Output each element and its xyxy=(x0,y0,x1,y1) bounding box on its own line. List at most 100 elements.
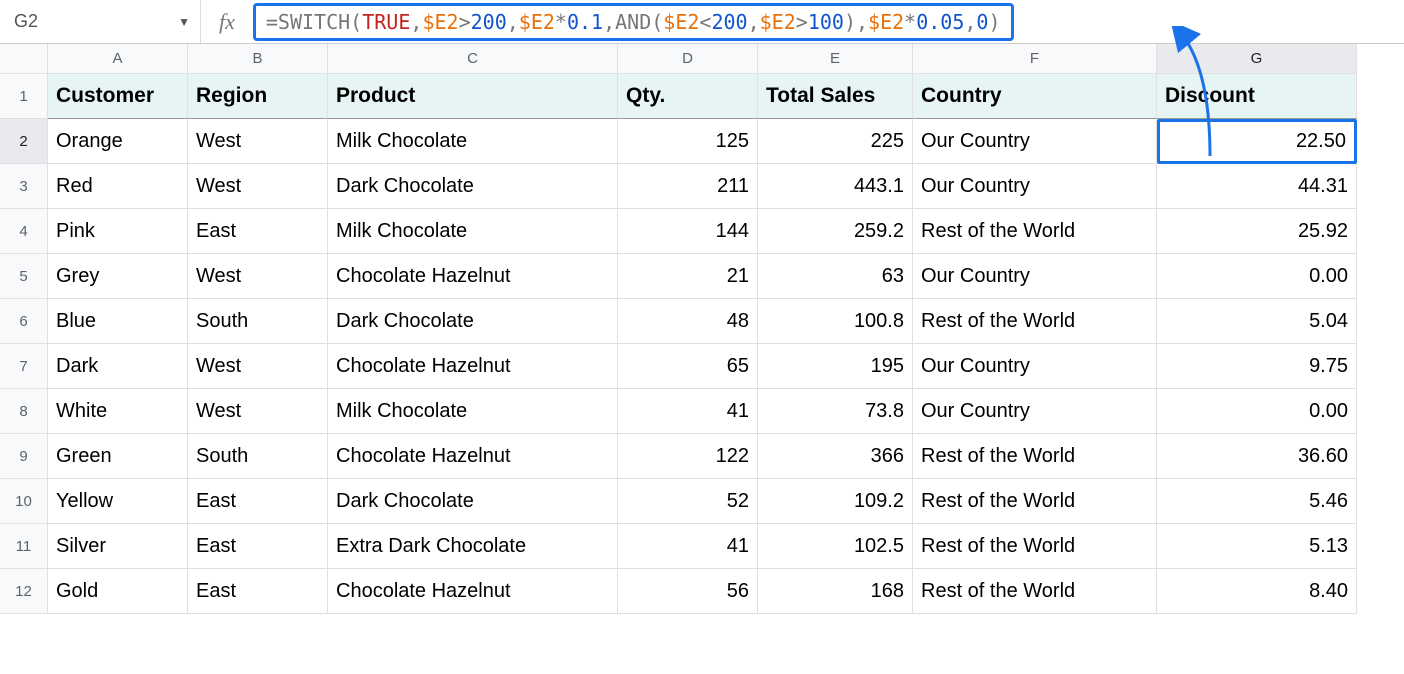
cell-F7[interactable]: Our Country xyxy=(913,344,1157,389)
cell-C12[interactable]: Chocolate Hazelnut xyxy=(328,569,618,614)
cell-C11[interactable]: Extra Dark Chocolate xyxy=(328,524,618,569)
cell-G10[interactable]: 5.46 xyxy=(1157,479,1357,524)
select-all-corner[interactable] xyxy=(0,44,48,74)
cell-G9[interactable]: 36.60 xyxy=(1157,434,1357,479)
cell-E10[interactable]: 109.2 xyxy=(758,479,913,524)
cell-A7[interactable]: Dark xyxy=(48,344,188,389)
cell-B5[interactable]: West xyxy=(188,254,328,299)
cell-C4[interactable]: Milk Chocolate xyxy=(328,209,618,254)
cell-A11[interactable]: Silver xyxy=(48,524,188,569)
cell-B8[interactable]: West xyxy=(188,389,328,434)
cell-C2[interactable]: Milk Chocolate xyxy=(328,119,618,164)
cell-F3[interactable]: Our Country xyxy=(913,164,1157,209)
cell-F2[interactable]: Our Country xyxy=(913,119,1157,164)
column-header-F[interactable]: F xyxy=(913,44,1157,74)
cell-G8[interactable]: 0.00 xyxy=(1157,389,1357,434)
header-cell-E[interactable]: Total Sales xyxy=(758,74,913,119)
header-cell-B[interactable]: Region xyxy=(188,74,328,119)
cell-A12[interactable]: Gold xyxy=(48,569,188,614)
cell-B9[interactable]: South xyxy=(188,434,328,479)
cell-B3[interactable]: West xyxy=(188,164,328,209)
cell-D11[interactable]: 41 xyxy=(618,524,758,569)
cell-G12[interactable]: 8.40 xyxy=(1157,569,1357,614)
cell-A9[interactable]: Green xyxy=(48,434,188,479)
cell-E12[interactable]: 168 xyxy=(758,569,913,614)
cell-C10[interactable]: Dark Chocolate xyxy=(328,479,618,524)
cell-E7[interactable]: 195 xyxy=(758,344,913,389)
cell-B6[interactable]: South xyxy=(188,299,328,344)
cell-G4[interactable]: 25.92 xyxy=(1157,209,1357,254)
cell-C5[interactable]: Chocolate Hazelnut xyxy=(328,254,618,299)
row-header-1[interactable]: 1 xyxy=(0,74,48,119)
cell-E3[interactable]: 443.1 xyxy=(758,164,913,209)
cell-C7[interactable]: Chocolate Hazelnut xyxy=(328,344,618,389)
cell-G7[interactable]: 9.75 xyxy=(1157,344,1357,389)
cell-D4[interactable]: 144 xyxy=(618,209,758,254)
cell-B4[interactable]: East xyxy=(188,209,328,254)
column-header-B[interactable]: B xyxy=(188,44,328,74)
header-cell-C[interactable]: Product xyxy=(328,74,618,119)
cell-F9[interactable]: Rest of the World xyxy=(913,434,1157,479)
row-header-9[interactable]: 9 xyxy=(0,434,48,479)
formula-input[interactable]: =SWITCH(TRUE,$E2>200,$E2*0.1,AND($E2<200… xyxy=(253,3,1014,41)
cell-D3[interactable]: 211 xyxy=(618,164,758,209)
cell-C6[interactable]: Dark Chocolate xyxy=(328,299,618,344)
cell-E9[interactable]: 366 xyxy=(758,434,913,479)
row-header-3[interactable]: 3 xyxy=(0,164,48,209)
cell-A10[interactable]: Yellow xyxy=(48,479,188,524)
cell-E4[interactable]: 259.2 xyxy=(758,209,913,254)
row-header-5[interactable]: 5 xyxy=(0,254,48,299)
cell-F5[interactable]: Our Country xyxy=(913,254,1157,299)
column-header-G[interactable]: G xyxy=(1157,44,1357,74)
cell-B2[interactable]: West xyxy=(188,119,328,164)
cell-C3[interactable]: Dark Chocolate xyxy=(328,164,618,209)
row-header-2[interactable]: 2 xyxy=(0,119,48,164)
column-header-E[interactable]: E xyxy=(758,44,913,74)
chevron-down-icon[interactable]: ▼ xyxy=(178,15,190,29)
cell-A6[interactable]: Blue xyxy=(48,299,188,344)
column-header-D[interactable]: D xyxy=(618,44,758,74)
header-cell-F[interactable]: Country xyxy=(913,74,1157,119)
cell-A2[interactable]: Orange xyxy=(48,119,188,164)
header-cell-G[interactable]: Discount xyxy=(1157,74,1357,119)
cell-F8[interactable]: Our Country xyxy=(913,389,1157,434)
row-header-8[interactable]: 8 xyxy=(0,389,48,434)
cell-E8[interactable]: 73.8 xyxy=(758,389,913,434)
row-header-4[interactable]: 4 xyxy=(0,209,48,254)
cell-D12[interactable]: 56 xyxy=(618,569,758,614)
cell-D10[interactable]: 52 xyxy=(618,479,758,524)
header-cell-D[interactable]: Qty. xyxy=(618,74,758,119)
cell-D7[interactable]: 65 xyxy=(618,344,758,389)
name-box[interactable]: G2 ▼ xyxy=(0,0,200,43)
cell-A8[interactable]: White xyxy=(48,389,188,434)
cell-D9[interactable]: 122 xyxy=(618,434,758,479)
cell-B11[interactable]: East xyxy=(188,524,328,569)
cell-F10[interactable]: Rest of the World xyxy=(913,479,1157,524)
cell-E5[interactable]: 63 xyxy=(758,254,913,299)
header-cell-A[interactable]: Customer xyxy=(48,74,188,119)
cell-C8[interactable]: Milk Chocolate xyxy=(328,389,618,434)
row-header-6[interactable]: 6 xyxy=(0,299,48,344)
cell-G11[interactable]: 5.13 xyxy=(1157,524,1357,569)
cell-F4[interactable]: Rest of the World xyxy=(913,209,1157,254)
cell-D8[interactable]: 41 xyxy=(618,389,758,434)
cell-G2[interactable]: 22.50 xyxy=(1157,119,1357,164)
fx-icon[interactable]: fx xyxy=(200,0,253,43)
cell-D2[interactable]: 125 xyxy=(618,119,758,164)
cell-F6[interactable]: Rest of the World xyxy=(913,299,1157,344)
cell-E6[interactable]: 100.8 xyxy=(758,299,913,344)
cell-A4[interactable]: Pink xyxy=(48,209,188,254)
column-header-C[interactable]: C xyxy=(328,44,618,74)
cell-D5[interactable]: 21 xyxy=(618,254,758,299)
cell-F11[interactable]: Rest of the World xyxy=(913,524,1157,569)
row-header-10[interactable]: 10 xyxy=(0,479,48,524)
cell-C9[interactable]: Chocolate Hazelnut xyxy=(328,434,618,479)
cell-B7[interactable]: West xyxy=(188,344,328,389)
cell-G5[interactable]: 0.00 xyxy=(1157,254,1357,299)
column-header-A[interactable]: A xyxy=(48,44,188,74)
cell-G3[interactable]: 44.31 xyxy=(1157,164,1357,209)
cell-F12[interactable]: Rest of the World xyxy=(913,569,1157,614)
cell-A5[interactable]: Grey xyxy=(48,254,188,299)
cell-A3[interactable]: Red xyxy=(48,164,188,209)
cell-E2[interactable]: 225 xyxy=(758,119,913,164)
